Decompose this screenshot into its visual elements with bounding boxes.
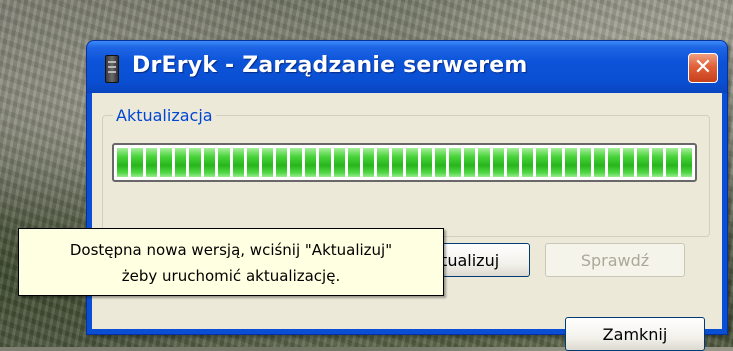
progress-segment xyxy=(565,148,577,177)
progress-segment xyxy=(521,148,534,177)
progress-segment xyxy=(131,148,143,177)
progress-segment xyxy=(680,148,693,177)
check-button[interactable]: Sprawdź xyxy=(545,243,685,277)
progress-segment xyxy=(579,148,591,177)
progress-segment xyxy=(261,148,273,177)
update-available-tooltip: Dostępna nowa wersją, wciśnij "Aktualizu… xyxy=(18,228,444,296)
progress-segment xyxy=(478,148,490,177)
progress-segment xyxy=(449,148,461,177)
progress-segment xyxy=(622,148,635,177)
progress-segment xyxy=(507,148,519,177)
close-icon[interactable]: ✕ xyxy=(688,53,718,83)
server-tower-icon xyxy=(105,55,119,83)
progress-segment xyxy=(290,148,302,177)
progress-segment xyxy=(550,148,563,177)
progress-segment xyxy=(348,148,360,177)
progress-segment xyxy=(333,148,346,177)
progress-segment xyxy=(492,148,505,177)
progress-segment xyxy=(608,148,620,177)
update-group-label: Aktualizacja xyxy=(113,106,216,125)
progress-segment xyxy=(434,148,447,177)
progress-segment xyxy=(232,148,245,177)
progress-segment xyxy=(203,148,216,177)
progress-segment xyxy=(536,148,548,177)
progress-segment xyxy=(275,148,288,177)
progress-segment xyxy=(362,148,375,177)
progress-segment xyxy=(593,148,606,177)
progress-segment xyxy=(391,148,404,177)
progress-segment xyxy=(174,148,187,177)
progress-segment xyxy=(319,148,331,177)
progress-segment xyxy=(463,148,476,177)
progress-segment xyxy=(377,148,389,177)
progress-segment xyxy=(117,148,129,177)
progress-segment xyxy=(160,148,172,177)
progress-segment xyxy=(145,148,158,177)
progress-segment xyxy=(218,148,230,177)
tooltip-line-2: żeby uruchomić aktualizację. xyxy=(121,267,341,285)
progress-segment xyxy=(651,148,664,177)
tooltip-line-1: Dostępna nowa wersją, wciśnij "Aktualizu… xyxy=(69,241,393,259)
progress-segment xyxy=(420,148,432,177)
progress-segment xyxy=(304,148,317,177)
progress-segment xyxy=(247,148,259,177)
progress-segment xyxy=(406,148,418,177)
progress-segment xyxy=(666,148,678,177)
progress-segment xyxy=(637,148,649,177)
update-progress-bar xyxy=(112,143,697,182)
close-button[interactable]: Zamknij xyxy=(565,317,705,351)
title-bar[interactable]: DrEryk - Zarządzanie serwerem ✕ xyxy=(87,41,727,93)
progress-segment xyxy=(189,148,201,177)
window-title: DrEryk - Zarządzanie serwerem xyxy=(132,53,528,78)
